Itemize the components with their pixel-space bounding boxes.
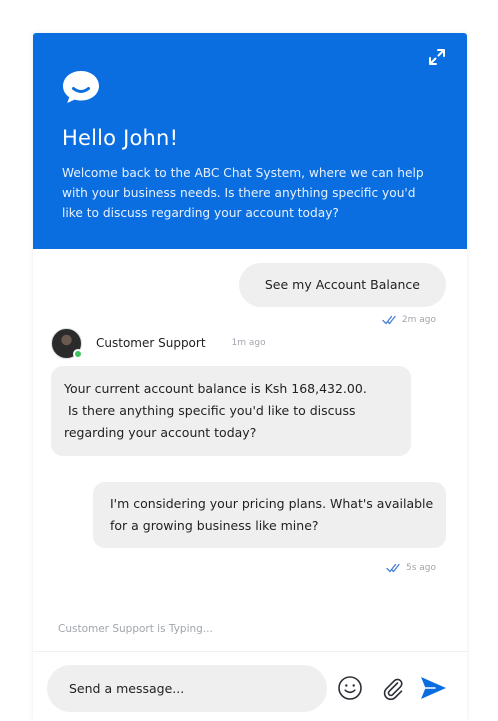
greeting-title: Hello John! — [62, 126, 179, 150]
double-check-icon — [382, 315, 396, 325]
message-timestamp: 5s ago — [405, 563, 436, 573]
message-meta: 5s ago — [386, 563, 436, 573]
message-line: for a growing business like mine? — [110, 518, 319, 533]
send-button[interactable] — [419, 674, 447, 702]
message-meta: 2m ago — [382, 315, 436, 325]
avatar — [51, 327, 83, 359]
agent-header: Customer Support 1m ago — [51, 327, 266, 359]
paperclip-icon — [383, 678, 403, 701]
welcome-message: Welcome back to the ABC Chat System, whe… — [62, 166, 424, 220]
message-input[interactable] — [47, 665, 327, 712]
chat-header: Hello John! Welcome back to the ABC Chat… — [33, 33, 467, 249]
send-icon — [421, 677, 446, 699]
incoming-message-bubble: Your current account balance is Ksh 168,… — [51, 366, 411, 456]
outgoing-message-bubble: See my Account Balance — [238, 263, 446, 307]
message-line: I'm considering your pricing plans. What… — [110, 496, 434, 511]
expand-icon[interactable] — [427, 47, 447, 67]
message-timestamp: 2m ago — [401, 315, 436, 325]
chat-bubble-icon — [63, 71, 99, 103]
chat-widget: Hello John! Welcome back to the ABC Chat… — [33, 33, 467, 721]
typing-indicator: Customer Support is Typing... — [58, 623, 213, 635]
online-status-dot — [73, 348, 83, 359]
outgoing-message-bubble: I'm considering your pricing plans. What… — [93, 482, 446, 548]
message-list: See my Account Balance 2m ago Customer S… — [33, 249, 467, 649]
message-line: Is there anything specific you'd like to… — [64, 403, 356, 418]
double-check-icon — [386, 563, 400, 573]
message-line: Your current account balance is Ksh 168,… — [64, 381, 367, 396]
message-composer — [33, 651, 467, 721]
agent-name: Customer Support — [96, 336, 206, 350]
message-line: regarding your account today? — [64, 425, 257, 440]
attach-button[interactable] — [379, 674, 407, 702]
message-timestamp: 1m ago — [231, 338, 266, 348]
emoji-button[interactable] — [336, 674, 364, 702]
emoji-icon — [338, 676, 362, 700]
